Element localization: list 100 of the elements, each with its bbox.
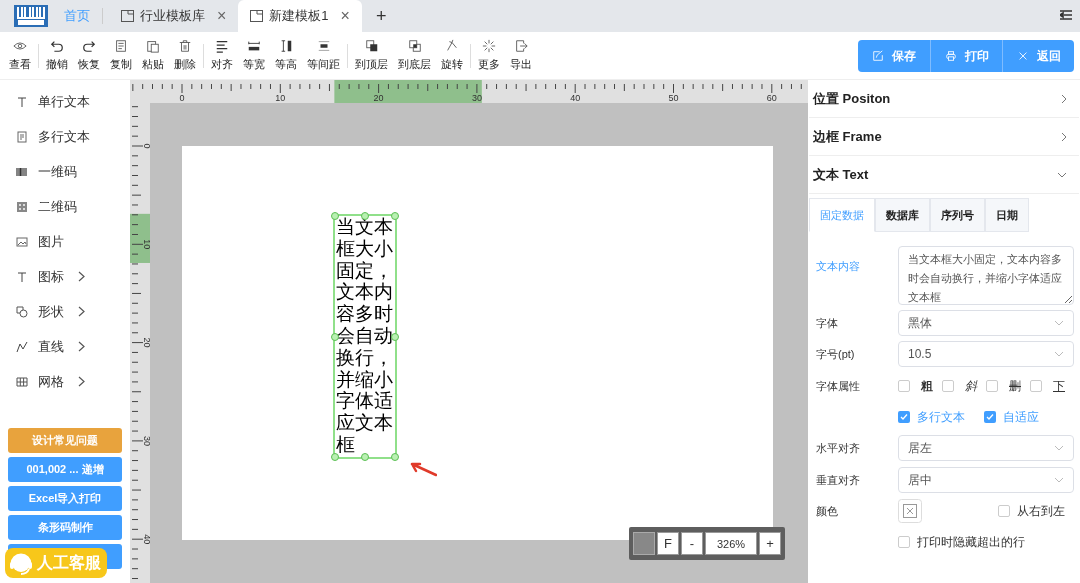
resize-handle[interactable] (391, 453, 399, 461)
sidebar-item[interactable]: 二维码 (0, 189, 130, 224)
shape-icon (16, 305, 28, 318)
back-icon (407, 38, 422, 53)
sidebar-item[interactable]: 图标 (0, 259, 130, 294)
height-icon (279, 38, 293, 53)
zoom-in-button[interactable]: + (759, 532, 781, 555)
close-icon[interactable]: × (340, 8, 350, 24)
toolbar-button[interactable]: 复制 (105, 38, 137, 73)
checkbox[interactable] (898, 411, 910, 423)
toolbar-button[interactable]: 恢复 (73, 38, 105, 73)
toolbar-button[interactable]: 导出 (505, 38, 537, 73)
fit-button[interactable]: F (657, 532, 679, 555)
toolbar-button[interactable]: 粘贴 (137, 38, 169, 73)
chevron-down-icon (1054, 320, 1064, 326)
color-picker[interactable] (898, 499, 922, 523)
checkbox[interactable] (998, 505, 1010, 517)
resize-handle[interactable] (391, 332, 399, 341)
tab-label: 新建模板1 (269, 7, 329, 26)
align-icon (215, 38, 229, 53)
checkbox[interactable] (986, 380, 998, 392)
chevron-down-icon (1057, 171, 1067, 178)
barcode-icon (16, 165, 28, 178)
ruler-label: 0 (179, 93, 185, 103)
tab[interactable]: 序列号 (930, 198, 985, 232)
zoom-field[interactable]: 326% (705, 532, 757, 555)
field-label: 字体属性 (816, 378, 861, 394)
resize-handle[interactable] (361, 453, 369, 461)
ruler-label: 40 (142, 534, 150, 545)
align-select[interactable]: 居中 (898, 467, 1074, 493)
toolbar-button[interactable]: 对齐 (206, 38, 238, 73)
ruler-label: 40 (570, 93, 581, 103)
sidebar-item[interactable]: 单行文本 (0, 84, 130, 119)
close-icon[interactable]: × (217, 8, 227, 24)
chevron-right-icon (78, 306, 85, 317)
section-header[interactable]: 文本 Text (809, 156, 1079, 194)
sidebar-item[interactable]: 一维码 (0, 154, 130, 189)
chevron-down-icon (1054, 445, 1064, 451)
sidebar-item[interactable]: 直线 (0, 329, 130, 364)
sidebar-item[interactable]: 多行文本 (0, 119, 130, 154)
resize-handle[interactable] (391, 212, 399, 220)
checkbox[interactable] (898, 536, 910, 548)
toolbar-button[interactable]: 旋转 (436, 38, 468, 73)
toolbar-button[interactable]: 等高 (270, 38, 302, 73)
size-select[interactable]: 10.5 (898, 341, 1074, 367)
ruler-label: 10 (275, 93, 286, 103)
zoom-out-button[interactable]: - (681, 532, 703, 555)
tab[interactable]: 新建模板1 × (238, 0, 362, 32)
chevron-down-icon (1054, 351, 1064, 357)
resize-handle[interactable] (331, 212, 339, 220)
option-label: 斜 (965, 378, 977, 395)
resize-handle[interactable] (331, 332, 339, 341)
field-label: 颜色 (816, 503, 839, 519)
toolbar-button[interactable]: 到顶层 (350, 38, 393, 73)
menu-icon[interactable] (1060, 10, 1072, 20)
edit-icon (872, 49, 884, 62)
checkbox[interactable] (984, 411, 996, 423)
section-header[interactable]: 位置 Positon (809, 80, 1079, 118)
arrow-icon (409, 461, 437, 477)
section-header[interactable]: 边框 Frame (809, 118, 1079, 156)
align-select[interactable]: 居左 (898, 435, 1074, 461)
field-label: 文本内容 (816, 259, 861, 274)
option-label: 从右到左 (1017, 503, 1065, 520)
sidebar-item[interactable]: 网格 (0, 364, 130, 399)
tab[interactable]: 数据库 (875, 198, 930, 232)
toolbar-button[interactable]: 到底层 (393, 38, 436, 73)
document-icon (16, 130, 28, 143)
text-content-field[interactable]: 当文本框大小固定，文本内容多时会自动换行，并缩小字体适应文本框 (898, 246, 1074, 305)
font-select[interactable]: 黑体 (898, 310, 1074, 336)
option-label: 粗 (921, 378, 933, 395)
ruler-label: 50 (668, 93, 679, 103)
checkbox[interactable] (1030, 380, 1042, 392)
ruler-label: 30 (142, 435, 150, 446)
sidebar-item[interactable]: 形状 (0, 294, 130, 329)
sidebar-item[interactable]: 图片 (0, 224, 130, 259)
window-icon (250, 10, 264, 22)
toolbar-button[interactable]: 等宽 (238, 38, 270, 73)
color-swatch[interactable] (633, 532, 655, 555)
new-tab-button[interactable]: + (361, 0, 401, 32)
chevron-right-icon (78, 271, 85, 282)
tab[interactable]: 日期 (985, 198, 1029, 232)
resize-handle[interactable] (361, 212, 369, 220)
toolbar-button[interactable]: 更多 (473, 38, 505, 73)
ruler-label: 30 (471, 93, 482, 103)
window-icon (121, 10, 134, 22)
resize-handle[interactable] (331, 453, 339, 461)
chevron-right-icon (78, 376, 85, 387)
checkbox[interactable] (942, 380, 954, 392)
field-label: 垂直对齐 (816, 472, 861, 488)
tab[interactable]: 行业模板库 × (109, 0, 239, 32)
checkbox[interactable] (898, 380, 910, 392)
option-label: 打印时隐藏超出的行 (917, 534, 1025, 551)
chevron-right-icon (1061, 93, 1067, 104)
toolbar-button[interactable]: 撤销 (41, 38, 73, 73)
toolbar-button[interactable]: 等间距 (302, 38, 345, 73)
option-label: 删 (1009, 378, 1021, 395)
chevron-right-icon (78, 341, 85, 352)
toolbar-button[interactable]: 删除 (169, 38, 201, 73)
toolbar-button[interactable]: 查看 (4, 38, 36, 73)
field-label: 水平对齐 (816, 440, 861, 456)
